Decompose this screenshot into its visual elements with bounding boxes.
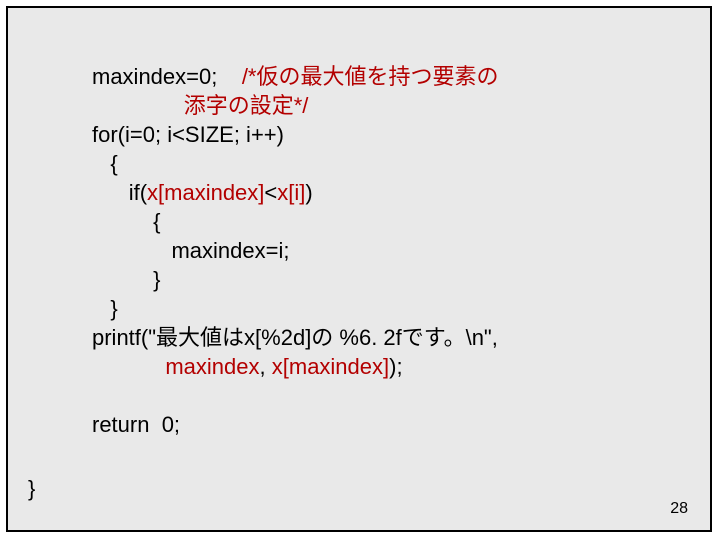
code-line-11a: maxindex: [165, 354, 259, 379]
code-line-11b: ,: [260, 354, 272, 379]
code-line-6: {: [153, 209, 160, 234]
code-line-12: return 0;: [92, 412, 180, 437]
code-line-8: }: [153, 267, 160, 292]
code-line-11d: );: [389, 354, 402, 379]
code-line-3: for(i=0; i<SIZE; i++): [92, 122, 284, 147]
code-line-1b: /*仮の最大値を持つ要素の: [242, 64, 499, 89]
code-line-5d: x[i]: [277, 180, 305, 205]
code-line-9: }: [110, 296, 117, 321]
code-line-4: {: [110, 151, 117, 176]
slide-frame: maxindex=0; /*仮の最大値を持つ要素の 添字の設定*/ for(i=…: [6, 6, 712, 532]
code-line-11c: x[maxindex]: [272, 354, 389, 379]
code-line-5e: ): [305, 180, 312, 205]
code-line-2: 添字の設定*/: [184, 93, 309, 118]
code-line-5c: <: [264, 180, 277, 205]
code-line-5a: if(: [129, 180, 147, 205]
code-line-7: maxindex=i;: [171, 238, 289, 263]
code-line-10: printf("最大値はx[%2d]の %6. 2fです。\n",: [92, 325, 498, 350]
code-line-5b: x[maxindex]: [147, 180, 264, 205]
code-block: maxindex=0; /*仮の最大値を持つ要素の 添字の設定*/ for(i=…: [92, 62, 499, 439]
code-line-13: }: [28, 476, 35, 502]
code-line-1a: maxindex=0;: [92, 64, 217, 89]
page-number: 28: [670, 500, 688, 518]
